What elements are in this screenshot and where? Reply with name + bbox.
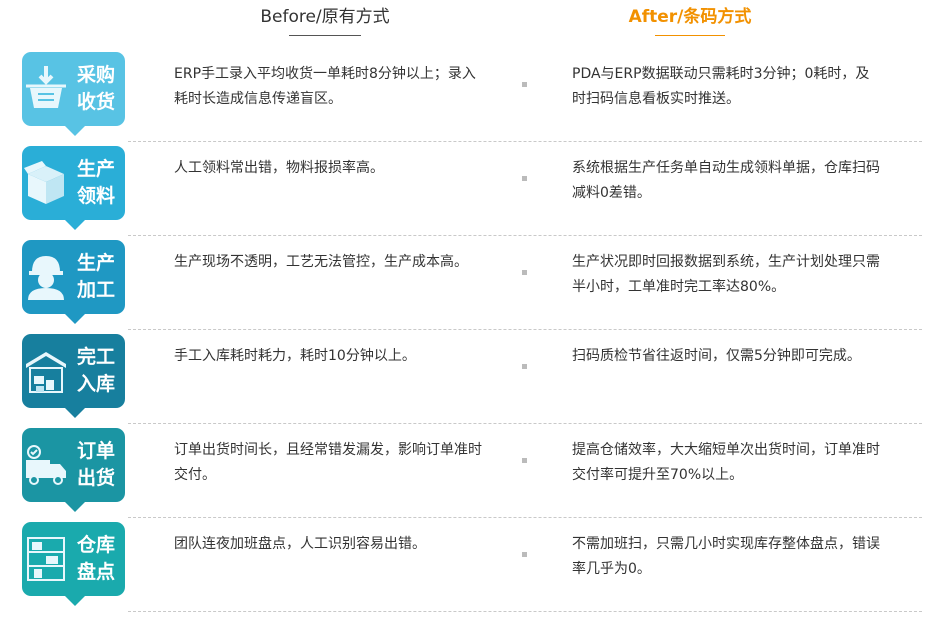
before-description: 人工领料常出错，物料报损率高。 <box>174 160 384 176</box>
row-divider-dot <box>522 364 527 369</box>
after-header-underline <box>655 35 725 36</box>
category-label-line2: 收货 <box>76 91 115 113</box>
category-badge: 采购 收货 <box>22 52 125 136</box>
comparison-row-finished-warehousing: 完工 入库 手工入库耗时耗力，耗时10分钟以上。 扫码质检节省往返时间，仅需5分… <box>0 330 948 424</box>
category-label-line1: 生产 <box>76 158 115 180</box>
after-description: 提高仓储效率，大大缩短单次出货时间，订单准时交付率可提升至70%以上。 <box>572 442 880 483</box>
category-label-line1: 订单 <box>76 440 115 462</box>
after-description: 系统根据生产任务单自动生成领料单据，仓库扫码减料0差错。 <box>572 160 880 201</box>
category-label-line1: 采购 <box>76 64 115 86</box>
category-badge: 生产 领料 <box>22 146 125 230</box>
basket-icon <box>22 52 70 126</box>
truck-icon <box>22 428 70 502</box>
box-icon <box>22 146 70 220</box>
badge-pointer <box>65 126 85 136</box>
category-label-line2: 出货 <box>76 467 115 489</box>
category-badge: 仓库 盘点 <box>22 522 125 606</box>
badge-pointer <box>65 314 85 324</box>
comparison-row-production-picking: 生产 领料 人工领料常出错，物料报损率高。 系统根据生产任务单自动生成领料单据，… <box>0 142 948 236</box>
row-divider-dot <box>522 176 527 181</box>
before-header-underline <box>289 35 361 36</box>
row-divider-dot <box>522 552 527 557</box>
after-description: PDA与ERP数据联动只需耗时3分钟；0耗时，及时扫码信息看板实时推送。 <box>572 66 870 107</box>
after-description: 扫码质检节省往返时间，仅需5分钟即可完成。 <box>572 348 861 364</box>
before-description: 生产现场不透明，工艺无法管控，生产成本高。 <box>174 254 468 270</box>
after-description: 不需加班扫，只需几小时实现库存整体盘点，错误率几乎为0。 <box>572 536 880 577</box>
row-divider-dot <box>522 458 527 463</box>
category-badge: 完工 入库 <box>22 334 125 418</box>
badge-pointer <box>65 220 85 230</box>
comparison-row-order-shipping: 订单 出货 订单出货时间长，且经常错发漏发，影响订单准时交付。 提高仓储效率，大… <box>0 424 948 518</box>
row-separator <box>128 611 922 612</box>
category-label-line2: 领料 <box>76 185 115 207</box>
category-label-line2: 盘点 <box>76 561 115 583</box>
comparison-row-production-processing: 生产 加工 生产现场不透明，工艺无法管控，生产成本高。 生产状况即时回报数据到系… <box>0 236 948 330</box>
comparison-row-inventory-count: 仓库 盘点 团队连夜加班盘点，人工识别容易出错。 不需加班扫，只需几小时实现库存… <box>0 518 948 612</box>
before-description: ERP手工录入平均收货一单耗时8分钟以上；录入耗时长造成信息传递盲区。 <box>174 66 476 107</box>
warehouse-icon <box>22 334 70 408</box>
before-column-header: Before/原有方式 <box>230 0 420 40</box>
row-divider-dot <box>522 270 527 275</box>
before-description: 订单出货时间长，且经常错发漏发，影响订单准时交付。 <box>174 442 482 483</box>
category-badge: 订单 出货 <box>22 428 125 512</box>
after-header-title: After/条码方式 <box>628 7 752 27</box>
category-label-line2: 加工 <box>76 279 115 301</box>
category-label-line1: 仓库 <box>76 534 115 556</box>
worker-icon <box>22 240 70 314</box>
after-column-header: After/条码方式 <box>610 0 770 40</box>
comparison-row-purchase-receiving: 采购 收货 ERP手工录入平均收货一单耗时8分钟以上；录入耗时长造成信息传递盲区… <box>0 48 948 142</box>
badge-pointer <box>65 408 85 418</box>
after-description: 生产状况即时回报数据到系统，生产计划处理只需半小时，工单准时完工率达80%。 <box>572 254 880 295</box>
category-label-line2: 入库 <box>76 373 115 395</box>
before-description: 手工入库耗时耗力，耗时10分钟以上。 <box>174 348 416 364</box>
row-divider-dot <box>522 82 527 87</box>
badge-pointer <box>65 502 85 512</box>
category-label-line1: 完工 <box>76 346 115 368</box>
badge-pointer <box>65 596 85 606</box>
category-label-line1: 生产 <box>76 252 115 274</box>
category-badge: 生产 加工 <box>22 240 125 324</box>
shelves-icon <box>22 522 70 596</box>
before-header-title: Before/原有方式 <box>260 7 390 27</box>
before-description: 团队连夜加班盘点，人工识别容易出错。 <box>174 536 426 552</box>
